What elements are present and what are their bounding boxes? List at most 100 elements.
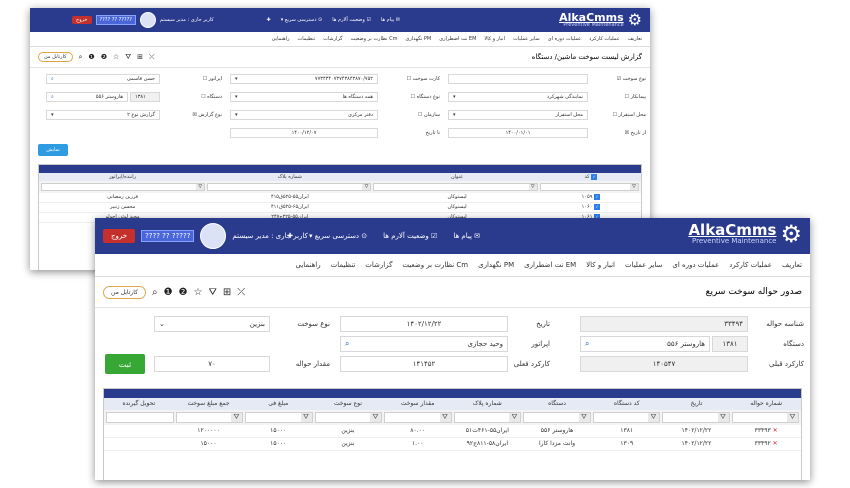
filter-icon[interactable]: ⛛ bbox=[209, 287, 217, 298]
nav-cm[interactable]: Cm نظارت بر وضعیت bbox=[402, 261, 468, 269]
star-icon[interactable]: ☆ bbox=[194, 287, 203, 298]
filter-cell[interactable]: ⛛ bbox=[175, 412, 243, 423]
column-header[interactable]: جمع مبلغ سوخت bbox=[174, 398, 244, 410]
device-field[interactable]: ⌕ هاروستر ۵۵۶ bbox=[580, 336, 710, 352]
place-check[interactable]: ☐ محل استقرار bbox=[612, 112, 646, 118]
table-row[interactable]: ✕ ۳۳۴۹۲ ۱۴۰۲/۱۲/۲۲ ۱۳۰۹ وانت مزدا کارا ا… bbox=[104, 438, 801, 451]
star-icon[interactable]: ☆ bbox=[113, 53, 119, 61]
my-cardboard-button[interactable]: کارتابل من bbox=[103, 285, 146, 299]
app-logo[interactable]: AlkaCmms Preventive Maintenance ⚙ bbox=[559, 10, 642, 29]
fuel-type-field[interactable] bbox=[448, 74, 588, 84]
amount-field[interactable]: ۷۰ bbox=[154, 356, 270, 372]
report-type-select[interactable]: ▾ گزارش نوع ۲ bbox=[46, 110, 160, 120]
messages-link[interactable]: ✉ پیام ها bbox=[453, 232, 480, 240]
filter-cell[interactable]: ⛛ bbox=[373, 183, 538, 191]
submit-button[interactable]: ثبت bbox=[105, 354, 145, 374]
avatar[interactable] bbox=[139, 12, 156, 28]
nav-pm[interactable]: PM نگهداری bbox=[478, 261, 514, 269]
nav-em[interactable]: EM نت اضطراری bbox=[524, 261, 576, 269]
table-row[interactable]: ✓ ۱۰۶۰ لیستوکان ایران۶۵-۵۲۵ق۴۱۱ محسن زنب… bbox=[39, 203, 641, 213]
alarm-status-link[interactable]: ☑ وضعیت آلارم ها bbox=[332, 17, 371, 23]
column-header[interactable]: ✓ کد bbox=[541, 173, 641, 181]
app-logo[interactable]: AlkaCmms Preventive Maintenance ⚙ bbox=[688, 220, 802, 248]
device-check[interactable]: ☐ دستگاه bbox=[201, 94, 222, 100]
nav-definitions[interactable]: تعاریف bbox=[782, 261, 802, 269]
my-cardboard-button[interactable]: کارتابل من bbox=[38, 52, 73, 62]
exit-fullscreen-icon[interactable]: ⤫ bbox=[237, 287, 245, 298]
quick-access-link[interactable]: ⊙ دسترسی سریع ▾ bbox=[281, 17, 323, 23]
messages-link[interactable]: ✉ پیام ها bbox=[381, 17, 400, 23]
from-date-check[interactable]: ☒ از تاریخ bbox=[625, 130, 646, 136]
table-row[interactable]: ✓ ۱۰۵۹ لیستوکان ایران۵۵-۵۲۵ق۴۱۵ فرزین رم… bbox=[39, 193, 641, 203]
operator-check[interactable]: ☐ اپراتور bbox=[203, 76, 222, 82]
filter-cell[interactable]: ⛛ bbox=[523, 412, 591, 423]
contractor-select[interactable]: ▾ نمایندگی شهرکرد bbox=[448, 92, 588, 102]
nav-settings[interactable]: تنظیمات bbox=[298, 36, 316, 42]
column-header[interactable]: دستگاه bbox=[522, 398, 592, 410]
fuel-type-select[interactable]: ⌄ بنزین bbox=[154, 316, 270, 332]
column-header[interactable]: تاریخ bbox=[662, 398, 732, 410]
column-header[interactable]: شماره حواله bbox=[731, 398, 801, 410]
device-type-select[interactable]: ▾ همه دستگاه ها bbox=[230, 92, 378, 102]
search-icon[interactable]: ⌕ bbox=[152, 287, 158, 298]
to-date-field[interactable]: ۱۴۰۰/۱۲/۰۷ bbox=[230, 128, 378, 138]
grid-icon[interactable]: ⊞ bbox=[223, 287, 231, 298]
column-header[interactable]: راننده/اپراتور bbox=[39, 173, 206, 181]
filter-cell[interactable]: ⛛ bbox=[384, 412, 452, 423]
help-icon[interactable]: ❷ bbox=[179, 287, 188, 298]
search-icon[interactable]: ⌕ bbox=[79, 53, 83, 62]
row-checkbox[interactable]: ✓ bbox=[594, 204, 600, 210]
exit-button[interactable]: خروج bbox=[72, 16, 92, 24]
info-icon[interactable]: ❶ bbox=[88, 53, 94, 61]
nav-periodic-ops[interactable]: عملیات دوره ای bbox=[548, 36, 581, 42]
nav-other-ops[interactable]: سایر عملیات bbox=[513, 36, 540, 42]
exit-button[interactable]: خروج bbox=[103, 229, 136, 243]
filter-cell[interactable]: ⛛ bbox=[539, 183, 639, 191]
device-search-icon[interactable]: ⌕ bbox=[585, 339, 590, 349]
filter-cell[interactable]: ⛛ bbox=[592, 412, 660, 423]
row-checkbox[interactable]: ✓ bbox=[594, 194, 600, 200]
nav-em[interactable]: EM نت اضطراری bbox=[439, 36, 476, 42]
nav-reports[interactable]: گزارشات bbox=[365, 261, 392, 269]
nav-help[interactable]: راهنمایی bbox=[296, 261, 321, 269]
column-header[interactable]: مقدار سوخت bbox=[383, 398, 453, 410]
filter-cell[interactable]: ⛛ bbox=[662, 412, 730, 423]
column-header[interactable]: مبلغ فی bbox=[243, 398, 313, 410]
device-type-check[interactable]: ☐ نوع دستگاه bbox=[411, 94, 440, 100]
current-user-label[interactable]: کاربر جاری : مدیر سیستم bbox=[160, 17, 214, 23]
info-icon[interactable]: ❶ bbox=[164, 287, 173, 298]
nav-reports[interactable]: گزارشات bbox=[323, 36, 342, 42]
filter-cell[interactable]: ⛛ bbox=[41, 183, 206, 191]
operator-field[interactable]: ⌕ وحید حجازی bbox=[340, 336, 508, 352]
delete-icon[interactable]: ✕ bbox=[773, 427, 778, 434]
nav-settings[interactable]: تنظیمات bbox=[331, 261, 356, 269]
filter-cell[interactable]: ⛛ bbox=[731, 412, 799, 423]
nav-inventory[interactable]: انبار و کالا bbox=[484, 36, 505, 42]
filter-cell[interactable]: ⛛ bbox=[245, 412, 313, 423]
fuel-card-check[interactable]: ☐ کارت سوخت bbox=[407, 76, 440, 82]
filter-cell[interactable]: ⛛ bbox=[207, 183, 372, 191]
report-type-check[interactable]: ☒ نوع گزارش bbox=[192, 112, 222, 118]
alarm-status-link[interactable]: ☑ وضعیت آلارم ها bbox=[383, 232, 437, 240]
nav-work-ops[interactable]: عملیات کارکرد bbox=[729, 261, 772, 269]
date-field[interactable]: ۱۴۰۲/۱۲/۲۲ bbox=[340, 316, 508, 332]
device-field[interactable]: ⌕ هاروستر ۵۵۶ bbox=[46, 92, 128, 102]
nav-pm[interactable]: PM نگهداری bbox=[405, 36, 431, 42]
fuel-type-check[interactable]: ☑ نوع سوخت bbox=[617, 76, 646, 82]
filter-cell[interactable] bbox=[106, 412, 174, 423]
current-work-field[interactable]: ۱۴۱۴۵۲ bbox=[340, 356, 508, 372]
nav-periodic-ops[interactable]: عملیات دوره ای bbox=[672, 261, 719, 269]
operator-search-icon[interactable]: ⌕ bbox=[345, 339, 350, 349]
fuel-card-select[interactable]: ▾ ۷۷۳۴۳۴۰۷۳۷۴۳۸۴۳۸۷۰/۷۵۲ bbox=[230, 74, 378, 84]
show-button[interactable]: نمایش bbox=[38, 144, 68, 156]
nav-definitions[interactable]: تعاریف bbox=[628, 36, 642, 42]
operator-field[interactable]: ⌕ حسن قاسمی bbox=[46, 74, 160, 84]
current-user-label[interactable]: کاربر جاری : مدیر سیستم bbox=[232, 232, 307, 240]
filter-cell[interactable]: ⛛ bbox=[314, 412, 382, 423]
column-header[interactable]: تحویل گیرنده bbox=[104, 398, 174, 410]
nav-work-ops[interactable]: عملیات کارکرد bbox=[589, 36, 620, 42]
quick-access-link[interactable]: ⊙ دسترسی سریع ▾ bbox=[309, 232, 367, 240]
pin-icon[interactable]: ✚ bbox=[267, 17, 271, 23]
column-header[interactable]: عنوان bbox=[373, 173, 540, 181]
column-header[interactable]: شماره پلاک bbox=[452, 398, 522, 410]
